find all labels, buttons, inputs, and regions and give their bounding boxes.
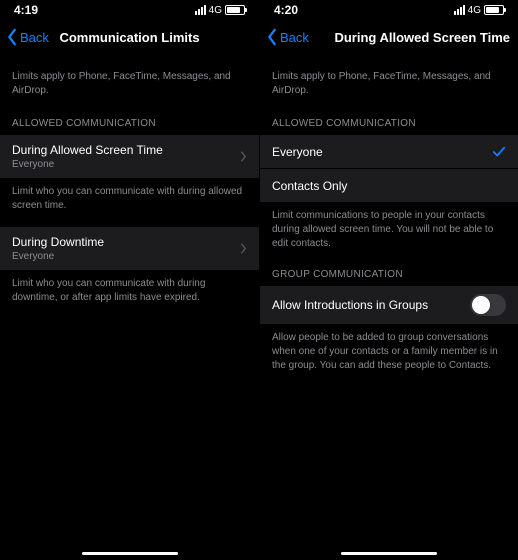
screen-during-allowed-screen-time: 4:20 4G Back During Allowed Screen Time …	[259, 0, 518, 560]
status-indicators: 4G	[195, 5, 245, 16]
cell-title: During Allowed Screen Time	[12, 143, 163, 157]
status-bar: 4:19 4G	[0, 0, 259, 20]
status-bar: 4:20 4G	[260, 0, 518, 20]
option-label: Contacts Only	[272, 179, 347, 193]
status-time: 4:20	[274, 3, 298, 17]
cell-subtitle: Everyone	[12, 251, 104, 262]
intro-text: Limits apply to Phone, FaceTime, Message…	[0, 70, 259, 114]
cell-title: During Downtime	[12, 235, 104, 249]
nav-bar: Back Communication Limits	[0, 20, 259, 54]
section-header-group: GROUP COMMUNICATION	[260, 265, 518, 286]
toggle-allow-introductions[interactable]: Allow Introductions in Groups	[260, 286, 518, 325]
back-button[interactable]: Back	[266, 28, 309, 46]
footer-downtime: Limit who you can communicate with durin…	[0, 271, 259, 319]
cell-during-downtime[interactable]: During Downtime Everyone	[0, 227, 259, 271]
back-label: Back	[280, 30, 309, 45]
nav-bar: Back During Allowed Screen Time	[260, 20, 518, 54]
home-indicator[interactable]	[82, 552, 178, 555]
status-indicators: 4G	[454, 5, 504, 16]
checkmark-icon	[492, 145, 506, 159]
section-header-allowed: ALLOWED COMMUNICATION	[0, 114, 259, 135]
option-contacts-only[interactable]: Contacts Only	[260, 169, 518, 203]
page-title: Communication Limits	[59, 30, 199, 45]
toggle-switch[interactable]	[470, 294, 506, 316]
cell-during-allowed-screen-time[interactable]: During Allowed Screen Time Everyone	[0, 135, 259, 179]
status-time: 4:19	[14, 3, 38, 17]
footer-group: Allow people to be added to group conver…	[260, 325, 518, 387]
option-label: Everyone	[272, 145, 323, 159]
cell-content: During Allowed Screen Time Everyone	[12, 143, 163, 170]
footer-allowed: Limit who you can communicate with durin…	[0, 179, 259, 227]
intro-text: Limits apply to Phone, FaceTime, Message…	[260, 70, 518, 114]
chevron-left-icon	[6, 28, 18, 46]
cellular-label: 4G	[468, 5, 481, 16]
toggle-knob	[472, 296, 490, 314]
option-everyone[interactable]: Everyone	[260, 135, 518, 169]
battery-icon	[484, 5, 504, 15]
cellular-label: 4G	[209, 5, 222, 16]
signal-icon	[454, 5, 465, 15]
footer-allowed: Limit communications to people in your c…	[260, 203, 518, 265]
home-indicator[interactable]	[341, 552, 437, 555]
content-area: Limits apply to Phone, FaceTime, Message…	[260, 54, 518, 387]
section-header-allowed: ALLOWED COMMUNICATION	[260, 114, 518, 135]
page-title: During Allowed Screen Time	[334, 30, 510, 45]
toggle-label: Allow Introductions in Groups	[272, 298, 428, 312]
back-label: Back	[20, 30, 49, 45]
cell-subtitle: Everyone	[12, 159, 163, 170]
chevron-right-icon	[240, 151, 247, 162]
screen-communication-limits: 4:19 4G Back Communication Limits Limits…	[0, 0, 259, 560]
signal-icon	[195, 5, 206, 15]
battery-icon	[225, 5, 245, 15]
back-button[interactable]: Back	[6, 28, 49, 46]
chevron-left-icon	[266, 28, 278, 46]
cell-content: During Downtime Everyone	[12, 235, 104, 262]
content-area: Limits apply to Phone, FaceTime, Message…	[0, 54, 259, 319]
chevron-right-icon	[240, 243, 247, 254]
